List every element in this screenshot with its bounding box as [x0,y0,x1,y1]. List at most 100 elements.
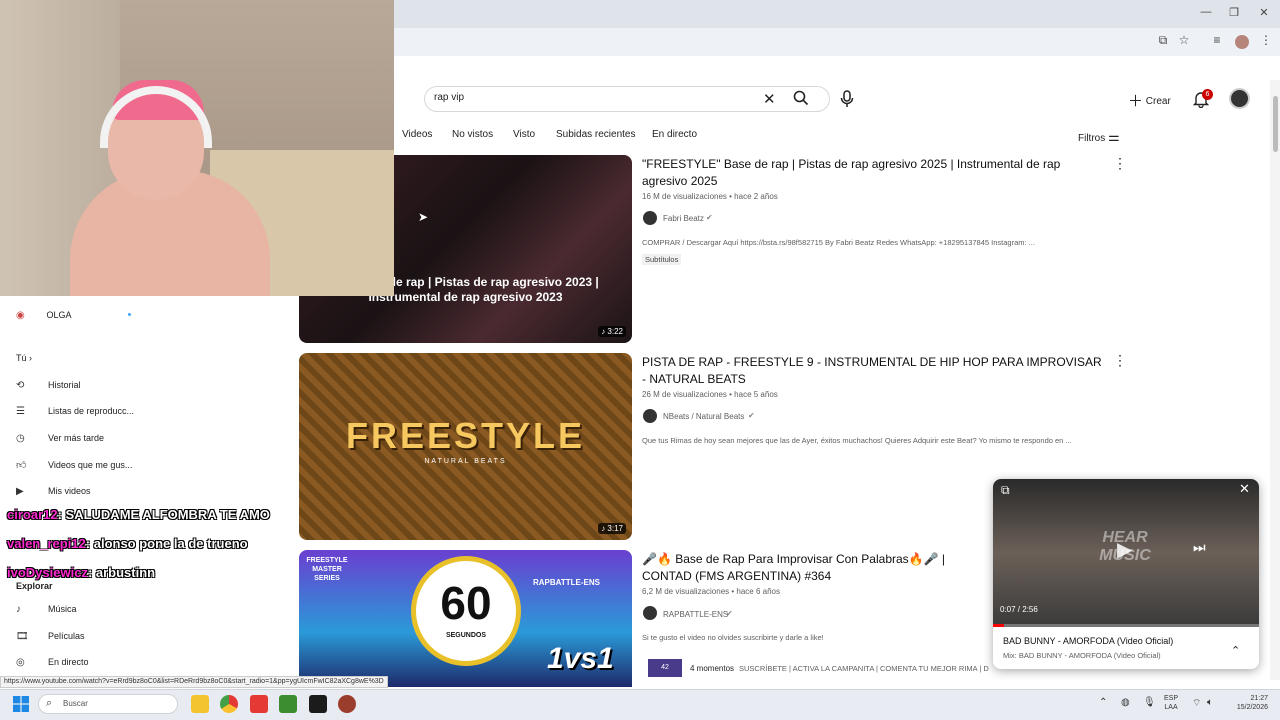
video-meta: 26 M de visualizaciones • hace 5 años [642,390,778,399]
chat-user: valen_repi12 [7,536,86,551]
moments-label[interactable]: 4 momentos [690,664,734,673]
video-title[interactable]: "FREESTYLE" Base de rap | Pistas de rap … [642,156,1102,190]
close-miniplayer-icon[interactable]: ✕ [1239,481,1250,497]
account-avatar[interactable] [1229,88,1250,109]
restore-button[interactable]: ❐ [1224,6,1244,22]
live-dot [128,313,131,316]
wifi-icon[interactable]: ⌔ [1192,697,1201,710]
chat-user: ivoDysiewicz [7,565,88,580]
more-options-icon[interactable]: ⋮ [1113,155,1127,172]
chrome-icon[interactable] [220,695,238,713]
channel-name[interactable]: RAPBATTLE-ENS [663,610,728,619]
windows-start-icon[interactable] [13,696,29,717]
miniplayer-video[interactable]: HEAR MUSIC ⧉ ✕ ▶ ⏭ 0:07 / 2:56 [993,479,1259,627]
miniplayer-title[interactable]: BAD BUNNY - AMORFODA (Video Oficial) [1003,636,1173,646]
microphone-icon[interactable]: 🎙︎ [1143,697,1156,708]
miniplayer[interactable]: HEAR MUSIC ⧉ ✕ ▶ ⏭ 0:07 / 2:56 BAD BUNNY… [993,479,1259,669]
thumbnail-title: FREESTYLE [345,415,586,456]
next-icon[interactable]: ⏭ [1193,539,1206,556]
create-button[interactable]: ＋ Crear [1128,90,1171,110]
sidebar-item-videos-me-gustan[interactable]: 👍︎ Videos que me gus... [16,459,132,477]
install-app-icon[interactable]: ⧉ [1154,33,1172,51]
thumbnail-brand: RAPBATTLE-ENS [533,578,600,587]
sidebar-item-label: Videos que me gus... [48,460,133,470]
browser-menu-icon[interactable]: ⋮ [1257,33,1275,51]
file-explorer-icon[interactable] [191,695,209,713]
progress-track[interactable] [993,624,1259,627]
keyboard-layout: LAA [1164,704,1178,711]
play-icon[interactable]: ▶ [1117,537,1132,562]
video-description: Si te gusto el video no olvides suscribi… [642,633,824,642]
chevron-up-icon[interactable]: ⌃ [1231,644,1240,657]
channel-name[interactable]: NBeats / Natural Beats [663,412,744,421]
bookmark-star-icon[interactable]: ☆ [1175,33,1193,51]
sidebar-item-label: Listas de reproducc... [48,406,135,416]
video-title[interactable]: 🎤🔥 Base de Rap Para Improvisar Con Palab… [642,551,992,585]
sidebar-section-you[interactable]: Tú › [16,353,32,371]
close-window-button[interactable]: ✕ [1254,6,1274,22]
verified-icon: ✔ [706,213,713,222]
sidebar-item-ver-mas-tarde[interactable]: ◷ Ver más tarde [16,433,104,451]
channel-avatar[interactable] [643,211,657,225]
youtube-app-icon[interactable] [250,695,268,713]
video-duration: ♪ 3:17 [598,523,626,534]
live-icon: ◎ [16,657,25,668]
thumbnail-vs: 1vs1 [547,642,614,675]
search-icon[interactable] [793,90,809,111]
clear-search-icon[interactable]: ✕ [763,90,776,108]
chat-user: ciroar12 [7,507,58,522]
sidebar-item-peliculas[interactable]: 🎞︎ Películas [16,631,85,649]
history-icon: ⟲ [16,380,25,391]
minecraft-icon[interactable] [279,695,297,713]
clock[interactable]: 21:27 15/2/2026 [1224,694,1268,712]
sidebar-item-historial[interactable]: ⟲ Historial [16,380,81,398]
moments-thumbnail[interactable]: 42 [648,659,682,677]
expand-icon[interactable]: ⧉ [1001,483,1010,498]
language-indicator[interactable]: ESP LAA [1164,694,1178,712]
chip-no-vistos[interactable]: No vistos [452,129,493,140]
chip-visto[interactable]: Visto [513,129,535,140]
taskbar-search-placeholder: Buscar [63,699,88,708]
video-icon: ▶ [16,486,24,497]
channel-avatar[interactable] [643,606,657,620]
more-options-icon[interactable]: ⋮ [1113,352,1127,369]
sidebar-item-olga[interactable]: ◉ OLGA [16,310,72,328]
chat-message: valen_repi12: alonso pone la de trueno [7,536,248,551]
notification-badge: 6 [1202,89,1213,100]
thumbnail-subtitle: NATURAL BEATS [424,458,507,465]
video-thumbnail[interactable]: FREESTYLE NATURAL BEATS ♪ 3:17 [299,353,632,540]
channel-avatar[interactable] [643,409,657,423]
volume-icon[interactable]: 🔈︎ [1207,697,1213,708]
create-label: Crear [1145,96,1171,107]
microphone-icon[interactable] [840,90,854,113]
tray-app-icon[interactable]: ◍ [1121,697,1130,708]
sidebar-item-listas[interactable]: ☰ Listas de reproducc... [16,406,134,424]
chip-en-directo[interactable]: En directo [652,129,697,140]
profile-avatar[interactable] [1235,35,1249,49]
video-thumbnail[interactable]: FREESTYLE MASTER SERIES RAPBATTLE-ENS 60… [299,550,632,687]
video-title[interactable]: PISTA DE RAP - FREESTYLE 9 - INSTRUMENTA… [642,354,1102,388]
chat-message: ivoDysiewicz: arbustinn [7,565,155,580]
sidebar-item-en-directo[interactable]: ◎ En directo [16,657,89,675]
minimize-button[interactable]: — [1196,6,1216,22]
video-duration: ♪ 3:22 [598,326,626,337]
chevron-up-icon[interactable]: ⌃ [1099,697,1107,708]
language-code: ESP [1164,695,1179,702]
scrollbar[interactable] [1270,80,1280,680]
miniplayer-subtitle: Mix: BAD BUNNY - AMORFODA (Video Oficial… [1003,651,1161,660]
plus-icon: ＋ [1128,93,1144,110]
playlist-icon[interactable]: ≡ [1208,33,1226,51]
chip-videos[interactable]: Videos [402,129,432,140]
capcut-icon[interactable] [309,695,327,713]
channel-name[interactable]: Fabri Beatz [663,214,704,223]
app-icon[interactable] [338,695,356,713]
status-url: https://www.youtube.com/watch?v=eRrd9bz8… [0,676,388,688]
sidebar-item-mis-videos[interactable]: ▶ Mis videos [16,486,91,504]
scrollbar-thumb[interactable] [1272,96,1278,152]
chat-text: : arbustinn [87,565,156,580]
chip-subidas-recientes[interactable]: Subidas recientes [556,129,636,140]
music-icon: ♪ [16,604,21,615]
taskbar-search-input[interactable]: ⌕ Buscar [38,694,178,714]
filters-button[interactable]: Filtros ⚌ [1078,129,1120,145]
sidebar-item-musica[interactable]: ♪ Música [16,604,77,622]
